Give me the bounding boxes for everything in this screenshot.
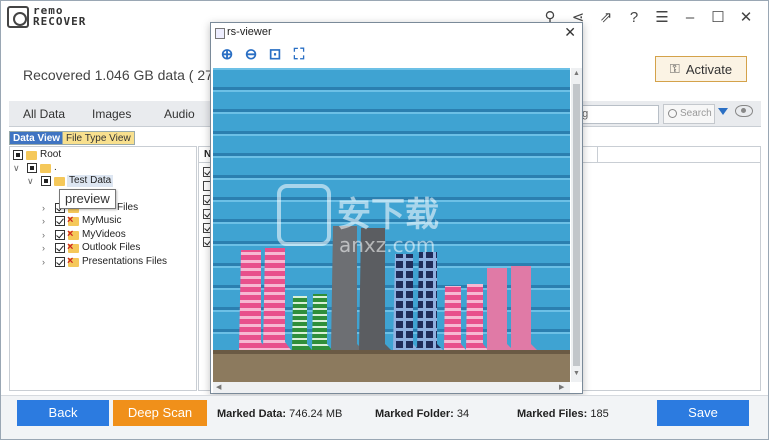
fullscreen-icon[interactable]: ⛶ [289,45,309,65]
tree-checkbox-myvideos[interactable] [55,230,65,240]
folder-icon [26,151,37,160]
marked-data-stat: Marked Data: 746.24 MB [217,408,342,420]
tab-data-view[interactable]: Data View [9,131,65,145]
deep-scan-button[interactable]: Deep Scan [113,400,207,426]
viewer-toolbar: ⊕ ⊖ ⊡ ⛶ [217,45,309,65]
key-icon: ⚿ [669,61,680,76]
maximize-icon[interactable]: ☐ [704,7,732,29]
help-icon[interactable]: ? [620,7,648,29]
folder-icon [67,228,79,240]
marked-folder-label: Marked Folder: [375,408,454,420]
viewer-horizontal-scrollbar[interactable]: ◀ ▶ [213,382,570,393]
marked-folder-value: 34 [456,408,470,420]
marked-data-value: 746.24 MB [289,408,343,420]
logo-text: remo RECOVER [33,5,86,27]
folder-tree: Root ∨ . ∨ Test Data › Files › MyMusic ›… [9,146,197,391]
back-button[interactable]: Back [17,400,109,426]
scroll-up-icon[interactable]: ▲ [573,70,580,77]
tree-checkbox-root[interactable] [13,150,23,160]
folder-icon [67,255,79,267]
fit-icon[interactable]: ⊡ [265,45,285,65]
preview-image: 安下载 anxz.com [213,68,570,382]
tree-item-mymusic[interactable]: MyMusic [82,215,121,227]
dropdown-arrow-icon[interactable] [718,108,728,115]
tree-item-presentations-files[interactable]: Presentations Files [82,256,167,268]
scroll-left-icon[interactable]: ◀ [216,383,221,391]
tree-item-files[interactable]: Files [117,202,138,214]
chevron-down-icon[interactable]: ∨ [13,162,21,174]
tab-all-data[interactable]: All Data [23,107,65,121]
scroll-thumb[interactable] [573,84,580,366]
tab-audio[interactable]: Audio [164,107,195,121]
zoom-out-icon[interactable]: ⊖ [241,45,261,65]
activate-label: Activate [685,61,733,77]
scroll-right-icon[interactable]: ▶ [559,383,564,391]
tree-item-test-data[interactable]: Test Data [67,175,114,187]
rs-viewer-window: rs-viewer ✕ ⊕ ⊖ ⊡ ⛶ 安下载 anxz.com ▲ ▼ ◀ ▶ [210,22,583,394]
viewer-close-icon[interactable]: ✕ [564,24,576,41]
tree-checkbox-test-data[interactable] [41,176,51,186]
folder-icon [67,214,79,226]
external-link-icon[interactable]: ⇗ [592,7,620,29]
viewer-title: rs-viewer [211,23,582,42]
folder-icon [54,177,65,186]
search-button[interactable]: Search [663,104,715,124]
chevron-down-icon[interactable]: ∨ [27,175,35,187]
boots-photo: 安下载 anxz.com [213,68,570,382]
chevron-right-icon[interactable]: › [42,256,50,268]
remo-logo-icon [7,6,29,28]
marked-folder-stat: Marked Folder: 34 [375,408,469,420]
tree-item-myvideos[interactable]: MyVideos [82,229,126,241]
marked-files-value: 185 [590,408,609,420]
chevron-right-icon[interactable]: › [42,215,50,227]
logo-text-line2: RECOVER [33,15,87,28]
tree-checkbox-drive[interactable] [27,163,37,173]
tree-checkbox-mymusic[interactable] [55,216,65,226]
bottom-bar: Back Deep Scan Marked Data: 746.24 MB Ma… [1,395,768,439]
activate-button[interactable]: ⚿ Activate [655,56,747,82]
folder-icon [67,241,79,253]
tab-images[interactable]: Images [92,107,131,121]
app-window: remo RECOVER ⚲ ⋖ ⇗ ? ☰ – ☐ ✕ Recovered 1… [0,0,769,440]
scroll-down-icon[interactable]: ▼ [573,370,580,377]
chevron-right-icon[interactable]: › [42,229,50,241]
eye-icon[interactable] [735,105,753,117]
tree-item-root[interactable]: Root [40,149,61,161]
tree-item-drive[interactable]: . [54,162,57,174]
viewer-vertical-scrollbar[interactable]: ▲ ▼ [571,68,582,382]
minimize-icon[interactable]: – [676,7,704,29]
tree-checkbox-presentations-files[interactable] [55,257,65,267]
chevron-right-icon[interactable]: › [42,202,50,214]
zoom-in-icon[interactable]: ⊕ [217,45,237,65]
watermark-text: 安下载 [337,195,439,235]
column-divider[interactable] [597,147,598,163]
tab-file-type-view[interactable]: File Type View [62,131,135,145]
tree-checkbox-outlook-files[interactable] [55,243,65,253]
marked-data-label: Marked Data: [217,408,287,420]
recovered-summary: Recovered 1.046 GB data ( 273 [23,67,221,83]
tree-item-outlook-files[interactable]: Outlook Files [82,242,140,254]
marked-files-stat: Marked Files: 185 [517,408,609,420]
preview-tooltip: preview [59,189,116,209]
save-button[interactable]: Save [657,400,749,426]
folder-icon [40,164,51,173]
marked-files-label: Marked Files: [517,408,588,420]
chevron-right-icon[interactable]: › [42,242,50,254]
watermark-url: anxz.com [339,233,435,257]
close-icon[interactable]: ✕ [732,7,760,29]
menu-icon[interactable]: ☰ [648,7,676,29]
